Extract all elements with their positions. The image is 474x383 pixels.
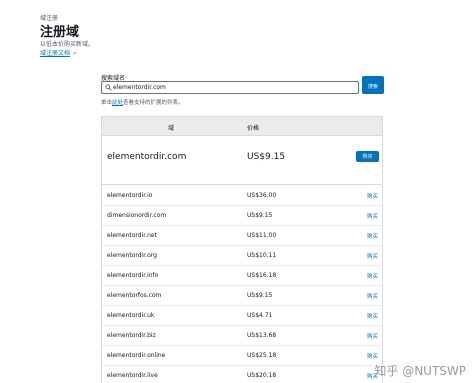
table-row: elementordir.live US$20.18 购买 xyxy=(102,366,382,383)
table-row: elementordir.net US$11.00 购买 xyxy=(102,226,382,246)
row-domain: elementorfos.com xyxy=(107,292,162,299)
row-domain: dimensionordir.com xyxy=(107,212,167,219)
row-price: US$13.68 xyxy=(247,332,277,339)
row-domain: elementordir.io xyxy=(107,192,153,199)
extensions-list-link[interactable]: 此处 xyxy=(112,100,123,106)
row-buy-button[interactable]: 购买 xyxy=(367,292,378,300)
row-buy-button[interactable]: 购买 xyxy=(367,272,378,280)
row-domain: elementordir.biz xyxy=(107,332,156,339)
row-buy-button[interactable]: 购买 xyxy=(367,232,378,240)
row-price: US$9.15 xyxy=(247,212,273,219)
search-button[interactable]: 搜索 xyxy=(362,76,384,94)
row-domain: elementordir.live xyxy=(107,372,158,379)
row-price: US$25.18 xyxy=(247,352,277,359)
featured-price: US$9.15 xyxy=(247,152,286,162)
row-price: US$10.11 xyxy=(247,252,277,259)
row-price: US$20.18 xyxy=(247,372,277,379)
hint-suffix: 查看支持的扩展的列表。 xyxy=(123,100,184,106)
row-domain: elementordir.uk xyxy=(107,312,155,319)
table-row: elementordir.io US$36.00 购买 xyxy=(102,186,382,206)
table-row: elementordir.info US$16.18 购买 xyxy=(102,266,382,286)
featured-buy-button[interactable]: 购买 xyxy=(356,151,379,162)
domain-results-table: 域 价格 elementordir.com US$9.15 购买 element… xyxy=(101,116,383,383)
hint-prefix: 单击 xyxy=(101,100,113,106)
column-header-domain: 域 xyxy=(168,125,175,132)
row-price: US$36.00 xyxy=(247,192,277,199)
table-row: elementordir.uk US$4.71 购买 xyxy=(102,306,382,326)
row-domain: elementordir.net xyxy=(107,232,157,239)
row-buy-button[interactable]: 购买 xyxy=(367,312,378,320)
page-title: 注册域 xyxy=(40,25,80,40)
row-buy-button[interactable]: 购买 xyxy=(367,332,378,340)
page-description: 以低本价购买新域。 xyxy=(40,41,95,48)
row-domain: elementordir.info xyxy=(107,272,159,279)
row-buy-button[interactable]: 购买 xyxy=(367,352,378,360)
search-icon xyxy=(105,84,112,91)
row-price: US$9.15 xyxy=(247,292,273,299)
row-price: US$16.18 xyxy=(247,272,277,279)
documentation-link-label: 域注册文档 xyxy=(40,50,71,57)
table-row: elementordir.biz US$13.68 购买 xyxy=(102,326,382,346)
column-header-price: 价格 xyxy=(247,125,260,132)
search-box xyxy=(101,81,359,94)
documentation-link[interactable]: 域注册文档 ↗ xyxy=(40,48,76,57)
search-input[interactable] xyxy=(113,83,353,92)
table-row: elementordir.org US$10.11 购买 xyxy=(102,246,382,266)
table-row: elementorfos.com US$9.15 购买 xyxy=(102,286,382,306)
row-buy-button[interactable]: 购买 xyxy=(367,252,378,260)
table-row: dimensionordir.com US$9.15 购买 xyxy=(102,206,382,226)
table-row: elementordir.online US$25.18 购买 xyxy=(102,346,382,366)
row-price: US$11.00 xyxy=(247,232,277,239)
row-buy-button[interactable]: 购买 xyxy=(367,212,378,220)
row-domain: elementordir.online xyxy=(107,352,166,359)
supported-extensions-hint: 单击此处查看支持的扩展的列表。 xyxy=(101,98,184,106)
watermark: 知乎 @NUTSWP xyxy=(374,364,466,378)
row-domain: elementordir.org xyxy=(107,252,157,259)
row-price: US$4.71 xyxy=(247,312,273,319)
external-link-icon: ↗ xyxy=(72,51,77,57)
featured-domain: elementordir.com xyxy=(107,152,187,162)
table-header: 域 价格 xyxy=(102,117,382,136)
row-buy-button[interactable]: 购买 xyxy=(367,192,378,200)
featured-result-row: elementordir.com US$9.15 购买 xyxy=(102,137,382,185)
